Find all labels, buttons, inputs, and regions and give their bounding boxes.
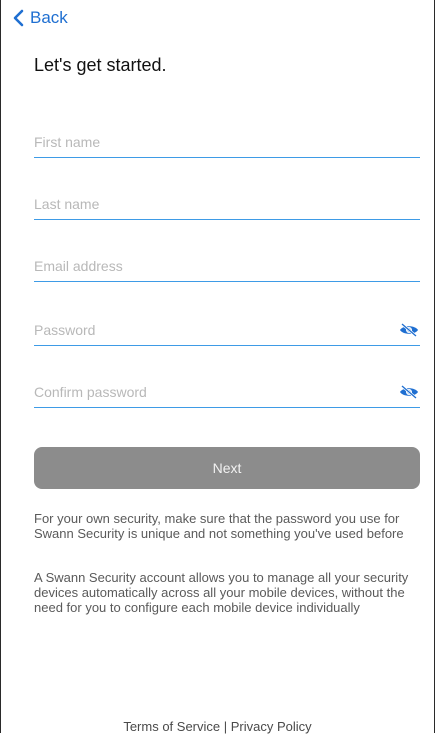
last-name-placeholder: Last name [34, 196, 100, 212]
password-field[interactable]: Password [34, 315, 420, 346]
back-button[interactable]: Back [13, 8, 68, 28]
eye-slash-icon[interactable] [399, 323, 419, 337]
password-placeholder: Password [34, 322, 96, 338]
first-name-placeholder: First name [34, 134, 101, 150]
page-title: Let's get started. [34, 55, 167, 75]
footer-separator: | [220, 719, 231, 734]
confirm-password-placeholder: Confirm password [34, 384, 147, 400]
email-placeholder: Email address [34, 258, 123, 274]
footer-links: Terms of Service | Privacy Policy [1, 719, 434, 734]
terms-of-service-link[interactable]: Terms of Service [123, 719, 220, 734]
next-button[interactable]: Next [34, 447, 420, 489]
eye-slash-icon[interactable] [399, 385, 419, 399]
email-field[interactable]: Email address [34, 251, 420, 282]
privacy-policy-link[interactable]: Privacy Policy [231, 719, 312, 734]
last-name-field[interactable]: Last name [34, 189, 420, 220]
first-name-field[interactable]: First name [34, 127, 420, 158]
back-label: Back [30, 8, 68, 27]
chevron-left-icon [13, 9, 24, 27]
security-note: For your own security, make sure that th… [34, 511, 404, 541]
account-note: A Swann Security account allows you to m… [34, 570, 409, 615]
confirm-password-field[interactable]: Confirm password [34, 377, 420, 408]
